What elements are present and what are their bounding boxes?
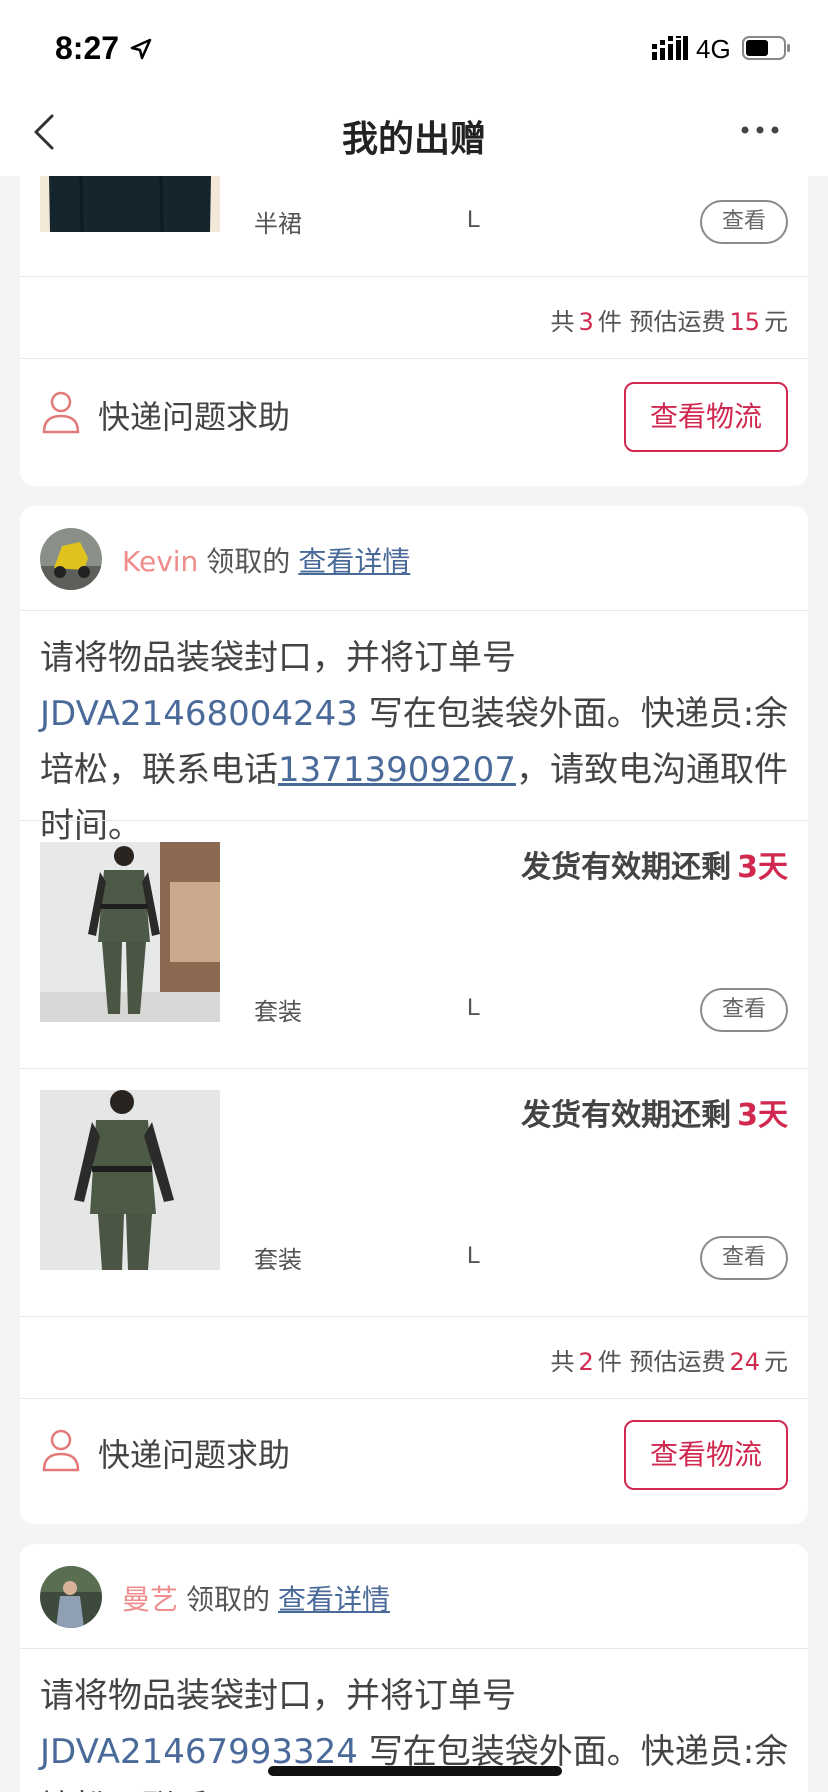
item-category: 套装	[254, 1246, 302, 1274]
claimer-name[interactable]: Kevin	[122, 545, 198, 578]
divider	[20, 1068, 808, 1069]
divider	[20, 820, 808, 821]
battery-icon	[742, 36, 790, 60]
ship-deadline: 发货有效期还剩 3天	[521, 1098, 788, 1133]
item-size: L	[467, 994, 481, 1021]
signal-icon	[652, 36, 688, 60]
view-details-link[interactable]: 查看详情	[298, 545, 410, 578]
suit-image	[40, 842, 220, 1022]
courier-phone-link[interactable]: 13713909207	[278, 750, 516, 790]
courier-help-link[interactable]: 快递问题求助	[98, 1430, 290, 1476]
donation-card-3: 曼艺 领取的 查看详情 请将物品装袋封口，并将订单号 JDVA21467993324…	[20, 1544, 808, 1792]
status-bar: 8:27 4G	[0, 0, 828, 96]
view-item-button[interactable]: 查看	[700, 988, 788, 1032]
more-icon[interactable]	[740, 120, 780, 140]
divider	[20, 1648, 808, 1649]
claim-info: Kevin 领取的 查看详情	[122, 545, 411, 578]
suit-image	[40, 1090, 220, 1270]
page-title: 我的出赠	[341, 119, 486, 160]
person-icon	[42, 391, 80, 434]
divider	[20, 1398, 808, 1399]
divider	[20, 276, 808, 277]
ship-deadline: 发货有效期还剩 3天	[521, 850, 788, 885]
courier-help-link[interactable]: 快递问题求助	[98, 392, 290, 438]
order-number: JDVA21468004243	[40, 694, 358, 734]
item-size: L	[467, 1242, 481, 1269]
item-thumbnail[interactable]	[40, 842, 220, 1022]
claim-info: 曼艺 领取的 查看详情	[122, 1583, 391, 1616]
view-logistics-button[interactable]: 查看物流	[624, 1420, 788, 1490]
item-thumbnail[interactable]	[40, 1090, 220, 1270]
item-category: 套装	[254, 998, 302, 1026]
view-logistics-button[interactable]: 查看物流	[624, 382, 788, 452]
divider	[20, 610, 808, 611]
avatar[interactable]	[40, 528, 102, 590]
item-category: 半裙	[254, 210, 302, 238]
shipping-summary: 共2件 预估运费 24 元	[550, 1348, 788, 1376]
claimer-name[interactable]: 曼艺	[122, 1583, 178, 1616]
view-details-link[interactable]: 查看详情	[278, 1583, 390, 1616]
status-time: 8:27	[55, 30, 120, 66]
view-item-button[interactable]: 查看	[700, 200, 788, 244]
shipping-summary: 共3件 预估运费 15 元	[550, 308, 788, 336]
avatar[interactable]	[40, 1566, 102, 1628]
location-arrow-icon	[130, 38, 152, 60]
network-type: 4G	[696, 34, 731, 64]
divider	[20, 358, 808, 359]
home-indicator	[268, 1766, 562, 1776]
donation-card-2: Kevin 领取的 查看详情 请将物品装袋封口，并将订单号 JDVA21468004…	[20, 506, 808, 1524]
claim-header: 曼艺 领取的 查看详情	[20, 1544, 808, 1648]
person-icon	[42, 1429, 80, 1472]
nav-bar: 我的出赠	[0, 96, 828, 176]
claim-header: Kevin 领取的 查看详情	[20, 506, 808, 610]
view-item-button[interactable]: 查看	[700, 1236, 788, 1280]
item-size: L	[467, 206, 481, 233]
divider	[20, 1316, 808, 1317]
